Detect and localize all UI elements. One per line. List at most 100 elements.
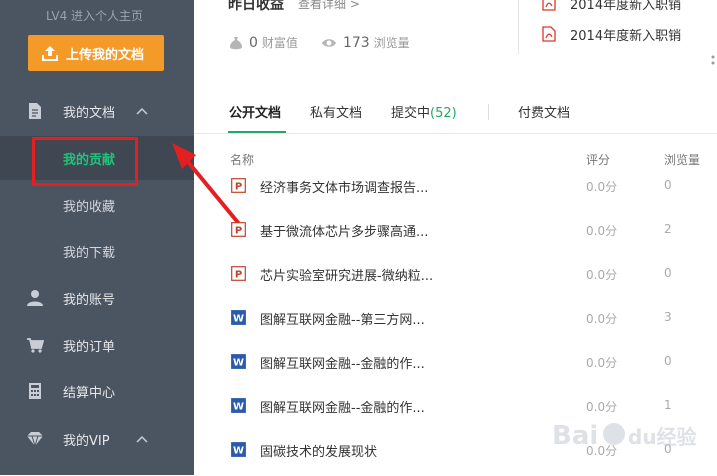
sidebar-item-label: 我的下载 <box>63 245 116 261</box>
word-file-icon: W <box>231 442 246 457</box>
document-views: 0 <box>664 442 672 456</box>
stats-row: 0 财富值 173 浏览量 <box>228 34 410 51</box>
sidebar-item-label: 我的贡献 <box>63 152 116 168</box>
ppt-file-icon: P <box>231 178 246 193</box>
tab-private-documents[interactable]: 私有文档 <box>310 102 362 121</box>
wealth-label: 财富值 <box>261 36 298 50</box>
table-row: W 固碳技术的发展现状 0.0分 0 <box>194 432 717 476</box>
svg-text:W: W <box>233 314 244 325</box>
column-header-views: 浏览量 <box>664 153 701 167</box>
word-file-icon: W <box>231 354 246 369</box>
sidebar-item-my-favorites[interactable]: 我的收藏 <box>0 183 194 227</box>
upload-document-button[interactable]: 上传我的文档 <box>28 35 164 71</box>
document-title-link[interactable]: 图解互联网金融--第三方网... <box>260 309 425 328</box>
views-label: 浏览量 <box>373 36 410 50</box>
wealth-value: 0 <box>249 34 258 51</box>
sidebar-item-my-orders[interactable]: 我的订单 <box>0 324 194 366</box>
divider <box>488 104 489 120</box>
more-dots-icon[interactable] <box>710 54 716 72</box>
svg-text:P: P <box>235 182 242 193</box>
user-icon <box>27 290 43 306</box>
recent-doc-link[interactable]: 2014年度新入职销 <box>542 25 682 44</box>
sidebar-item-label: 结算中心 <box>63 385 116 401</box>
document-views: 0 <box>664 178 672 192</box>
tab-label: 提交中 <box>391 106 431 121</box>
svg-text:W: W <box>233 446 244 457</box>
calculator-icon <box>29 383 41 399</box>
sidebar-item-my-vip[interactable]: 我的VIP <box>0 418 194 460</box>
views-value: 173 <box>342 34 370 51</box>
recent-doc-title: 2014年度新入职销 <box>570 29 682 44</box>
svg-text:P: P <box>235 270 242 281</box>
upload-icon <box>42 46 58 61</box>
view-details-link[interactable]: 查看详细 > <box>298 0 360 12</box>
yesterday-earnings-title: 昨日收益 <box>228 0 284 13</box>
table-row: W 图解互联网金融--第三方网... 0.0分 3 <box>194 300 717 344</box>
document-title-link[interactable]: 基于微流体芯片多步骤高通... <box>260 221 428 240</box>
document-score: 0.0分 <box>586 444 618 458</box>
sidebar-item-settlement-center[interactable]: 结算中心 <box>0 370 194 412</box>
chevron-up-icon <box>136 435 148 443</box>
earnings-summary: 昨日收益 查看详细 > 0 财富值 173 浏览量 2014年度新入职销 201… <box>194 0 717 88</box>
sidebar-item-label: 我的文档 <box>63 105 116 121</box>
document-score: 0.0分 <box>586 224 618 238</box>
sidebar-item-my-downloads[interactable]: 我的下载 <box>0 229 194 273</box>
document-score: 0.0分 <box>586 400 618 414</box>
word-file-icon: W <box>231 398 246 413</box>
money-bag-icon <box>230 36 242 49</box>
recent-doc-link[interactable]: 2014年度新入职销 <box>542 0 682 13</box>
document-score: 0.0分 <box>586 356 618 370</box>
tab-paid-documents[interactable]: 付费文档 <box>518 102 570 121</box>
upload-label: 上传我的文档 <box>66 47 145 63</box>
table-row: W 图解互联网金融--金融的作... 0.0分 0 <box>194 344 717 388</box>
chevron-up-icon <box>136 107 148 115</box>
svg-text:W: W <box>233 358 244 369</box>
personal-homepage-link[interactable]: LV4 进入个人主页 <box>46 7 143 24</box>
tab-public-documents[interactable]: 公开文档 <box>229 102 281 121</box>
active-tab-underline <box>228 131 286 133</box>
document-views: 1 <box>664 398 672 412</box>
document-views: 0 <box>664 266 672 280</box>
table-row: P 经济事务文体市场调查报告... 0.0分 0 <box>194 168 717 212</box>
recent-doc-title: 2014年度新入职销 <box>570 0 682 13</box>
ppt-file-icon: P <box>231 222 246 237</box>
eye-icon <box>321 38 336 47</box>
sidebar-item-my-account[interactable]: 我的账号 <box>0 277 194 319</box>
document-title-link[interactable]: 固碳技术的发展现状 <box>260 441 377 460</box>
sidebar-item-my-contributions[interactable]: 我的贡献 <box>0 136 194 180</box>
sidebar-item-label: 我的VIP <box>63 433 110 449</box>
table-row: P 芯片实验室研究进展-微纳粒... 0.0分 0 <box>194 256 717 300</box>
svg-text:P: P <box>235 226 242 237</box>
document-title-link[interactable]: 图解互联网金融--金融的作... <box>260 397 425 416</box>
svg-text:W: W <box>233 402 244 413</box>
submitting-count: (52) <box>430 106 457 121</box>
sidebar-item-label: 我的收藏 <box>63 199 116 215</box>
document-score: 0.0分 <box>586 312 618 326</box>
document-views: 3 <box>664 310 672 324</box>
sidebar-item-label: 我的订单 <box>63 339 116 355</box>
document-views: 0 <box>664 354 672 368</box>
column-header-score: 评分 <box>586 153 611 167</box>
table-row: P 基于微流体芯片多步骤高通... 0.0分 2 <box>194 212 717 256</box>
document-title-link[interactable]: 经济事务文体市场调查报告... <box>260 177 428 196</box>
divider <box>518 0 519 54</box>
column-header-name: 名称 <box>230 153 255 167</box>
document-icon <box>29 103 41 119</box>
sidebar: LV4 进入个人主页 上传我的文档 我的文档 我的贡献 我的收藏 我的下载 我的… <box>0 0 194 475</box>
sidebar-item-label: 我的账号 <box>63 292 116 308</box>
ppt-file-icon: P <box>231 266 246 281</box>
word-file-icon: W <box>231 310 246 325</box>
pdf-icon <box>542 26 556 42</box>
document-views: 2 <box>664 222 672 236</box>
document-score: 0.0分 <box>586 180 618 194</box>
table-row: W 图解互联网金融--金融的作... 0.0分 1 <box>194 388 717 432</box>
document-title-link[interactable]: 芯片实验室研究进展-微纳粒... <box>260 265 433 284</box>
sidebar-item-my-documents[interactable]: 我的文档 <box>0 90 194 132</box>
document-score: 0.0分 <box>586 268 618 282</box>
diamond-icon <box>27 432 43 448</box>
document-tabs: 公开文档 私有文档 提交中(52) 付费文档 <box>194 92 717 134</box>
document-title-link[interactable]: 图解互联网金融--金融的作... <box>260 353 425 372</box>
tab-submitting[interactable]: 提交中(52) <box>391 102 457 121</box>
shopping-cart-icon <box>27 338 44 353</box>
pdf-icon <box>542 0 556 11</box>
